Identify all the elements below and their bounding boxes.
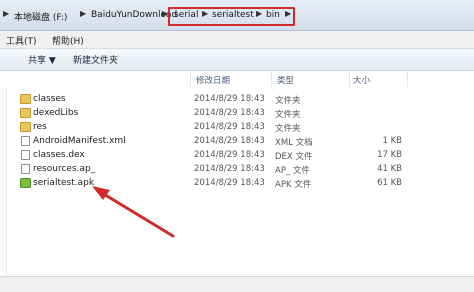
column-divider[interactable] — [190, 71, 191, 87]
file-icon — [21, 164, 30, 174]
menu-tools[interactable]: 工具(T) — [6, 34, 37, 47]
folder-icon — [20, 94, 31, 104]
file-date: 2014/8/29 18:43 — [194, 136, 265, 146]
file-name: classes — [33, 94, 66, 104]
list-item[interactable]: res 2014/8/29 18:43 文件夹 — [0, 121, 474, 135]
column-size[interactable]: 大小 — [353, 74, 370, 86]
file-name: dexedLibs — [33, 108, 79, 118]
list-item[interactable]: dexedLibs 2014/8/29 18:43 文件夹 — [0, 107, 474, 121]
file-size: 61 KB — [377, 178, 402, 188]
list-item[interactable]: resources.ap_ 2014/8/29 18:43 AP_ 文件 41 … — [0, 163, 474, 177]
list-item[interactable]: serialtest.apk 2014/8/29 18:43 APK 文件 61… — [0, 177, 474, 191]
file-type: APK 文件 — [275, 180, 312, 190]
menu-help[interactable]: 帮助(H) — [52, 34, 84, 47]
chevron-right-icon[interactable]: ▶ — [3, 9, 9, 18]
file-date: 2014/8/29 18:43 — [194, 122, 265, 132]
toolbar: 共享 ▼ 新建文件夹 — [0, 49, 474, 71]
apk-file-icon — [20, 178, 31, 188]
file-name: resources.ap_ — [33, 164, 96, 174]
file-name: AndroidManifest.xml — [33, 136, 126, 146]
share-button[interactable]: 共享 ▼ — [28, 53, 56, 66]
file-name: serialtest.apk — [33, 178, 95, 188]
xml-file-icon — [21, 136, 30, 146]
file-date: 2014/8/29 18:43 — [194, 108, 265, 118]
column-type[interactable]: 类型 — [277, 74, 294, 86]
file-size: 41 KB — [377, 164, 402, 174]
file-date: 2014/8/29 18:43 — [194, 94, 265, 104]
folder-icon — [20, 108, 31, 118]
file-date: 2014/8/29 18:43 — [194, 164, 265, 174]
menu-bar: 工具(T) 帮助(H) — [0, 31, 474, 49]
file-type: 文件夹 — [275, 110, 301, 120]
file-type: 文件夹 — [275, 96, 301, 106]
column-header: 修改日期 类型 大小 — [0, 71, 474, 88]
list-item[interactable]: classes.dex 2014/8/29 18:43 DEX 文件 17 KB — [0, 149, 474, 163]
file-size: 17 KB — [377, 150, 402, 160]
highlight-box — [168, 7, 295, 26]
file-name: res — [33, 122, 47, 132]
list-item[interactable]: AndroidManifest.xml 2014/8/29 18:43 XML … — [0, 135, 474, 149]
column-divider[interactable] — [349, 71, 350, 87]
file-date: 2014/8/29 18:43 — [194, 178, 265, 188]
list-item[interactable]: classes 2014/8/29 18:43 文件夹 — [0, 93, 474, 107]
new-folder-button[interactable]: 新建文件夹 — [73, 53, 118, 66]
address-bar: ▶ 本地磁盘 (F:) ▶ BaiduYunDownload ▶ serial … — [0, 0, 474, 31]
file-icon — [21, 150, 30, 160]
breadcrumb-local-disk[interactable]: 本地磁盘 (F:) — [14, 10, 67, 23]
column-modified-date[interactable]: 修改日期 — [196, 74, 230, 86]
chevron-right-icon[interactable]: ▶ — [80, 9, 86, 18]
file-type: XML 文档 — [275, 138, 313, 148]
folder-icon — [20, 122, 31, 132]
horizontal-scrollbar[interactable] — [0, 276, 474, 292]
file-type: DEX 文件 — [275, 152, 313, 162]
file-type: AP_ 文件 — [275, 166, 310, 176]
file-type: 文件夹 — [275, 124, 301, 134]
file-date: 2014/8/29 18:43 — [194, 150, 265, 160]
file-name: classes.dex — [33, 150, 85, 160]
file-size: 1 KB — [382, 136, 402, 146]
column-divider[interactable] — [407, 71, 408, 87]
column-divider[interactable] — [271, 71, 272, 87]
